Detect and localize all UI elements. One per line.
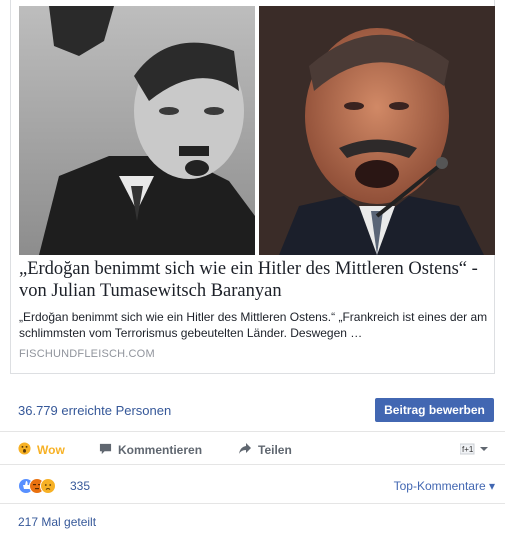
wow-reaction-button[interactable]: Wow — [18, 442, 65, 458]
link-headline[interactable]: „Erdoğan benimmt sich wie ein Hitler des… — [19, 258, 489, 302]
post-action-bar: Wow Kommentieren Teilen f+1 — [0, 433, 505, 465]
svg-text:f+1: f+1 — [462, 445, 474, 454]
share-label: Teilen — [258, 443, 292, 457]
post-as-selector[interactable]: f+1 — [459, 443, 490, 458]
link-preview-text[interactable]: „Erdoğan benimmt sich wie ein Hitler des… — [19, 258, 489, 360]
portrait-right-image — [259, 6, 495, 255]
portrait-right-illustration — [259, 6, 495, 255]
share-icon — [238, 442, 252, 459]
comment-label: Kommentieren — [118, 443, 203, 457]
wow-icon — [18, 442, 31, 459]
share-count[interactable]: 217 Mal geteilt — [18, 515, 96, 529]
link-domain: FISCHUNDFLEISCH.COM — [19, 348, 155, 360]
link-description: „Erdoğan benimmt sich wie ein Hitler des… — [19, 310, 488, 340]
share-button[interactable]: Teilen — [238, 442, 292, 458]
reaction-count[interactable]: 335 — [70, 479, 90, 493]
page-avatar-dropdown-icon: f+1 — [459, 443, 488, 455]
comment-sort-dropdown[interactable]: Top-Kommentare ▾ — [394, 479, 495, 493]
comment-icon — [99, 442, 112, 459]
reach-count[interactable]: 36.779 erreichte Personen — [18, 403, 171, 418]
link-preview-card[interactable]: „Erdoğan benimmt sich wie ein Hitler des… — [10, 0, 495, 374]
promote-post-button[interactable]: Beitrag bewerben — [375, 398, 494, 422]
portrait-left-image — [19, 6, 255, 255]
comment-button[interactable]: Kommentieren — [99, 442, 202, 458]
reactions-bar: 335 Top-Kommentare ▾ — [0, 466, 505, 504]
reach-bar: 36.779 erreichte Personen Beitrag bewerb… — [0, 388, 505, 432]
link-preview-images[interactable] — [19, 6, 495, 255]
sad-icon — [40, 478, 56, 494]
portrait-left-illustration — [19, 6, 255, 255]
wow-label: Wow — [37, 443, 65, 457]
